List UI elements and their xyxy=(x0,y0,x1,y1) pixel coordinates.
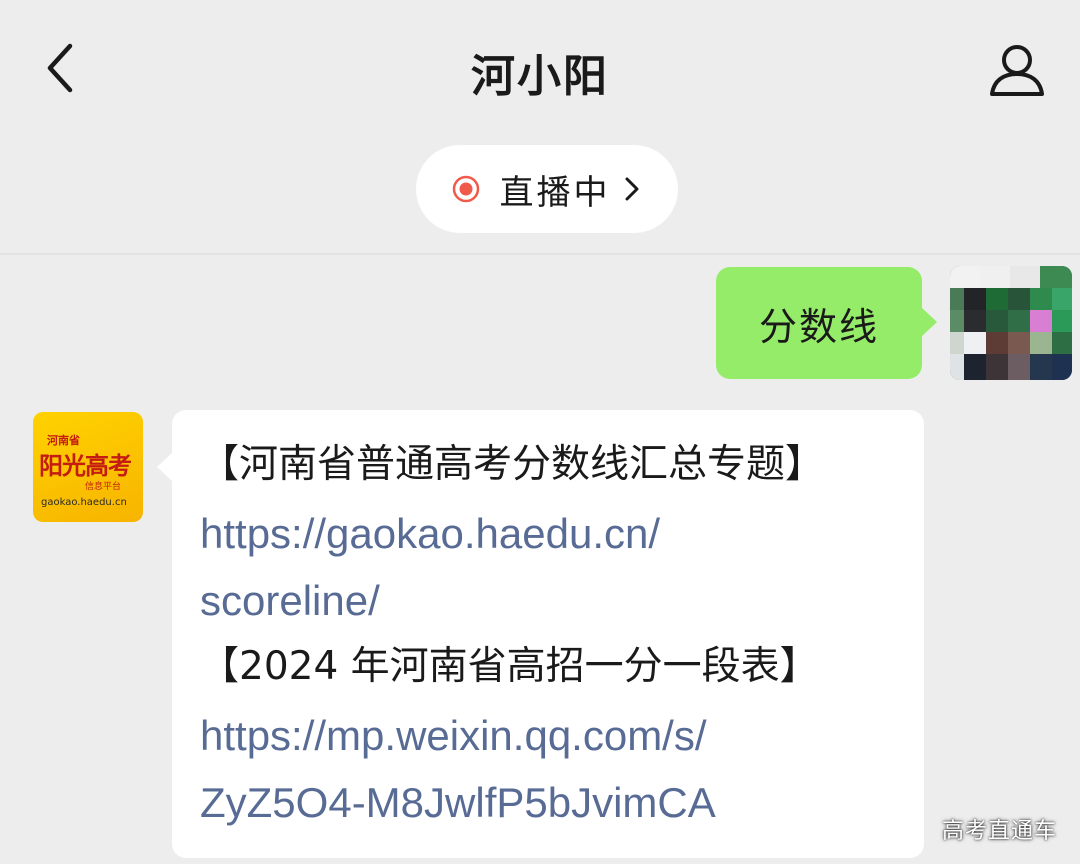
nav-bar: 河小阳 xyxy=(0,0,1080,140)
live-banner-button[interactable]: 直播中 xyxy=(416,145,678,233)
chevron-right-icon xyxy=(625,177,638,201)
message-link-weixin-part1[interactable]: https://mp.weixin.qq.com/s/ xyxy=(200,712,707,759)
live-banner-label: 直播中 xyxy=(499,172,611,213)
message-heading-scoreline: 【河南省普通高考分数线汇总专题】 xyxy=(200,442,825,487)
official-account-avatar[interactable]: 河南省 阳光高考 信息平台 gaokao.haedu.cn xyxy=(33,412,143,522)
avatar-platform-text: 信息平台 xyxy=(85,482,122,492)
pixelated-avatar-image xyxy=(950,266,1072,380)
message-heading-rank-table: 【2024 年河南省高招一分一段表】 xyxy=(200,644,819,689)
message-link-scoreline-part1[interactable]: https://gaokao.haedu.cn/ xyxy=(200,510,660,557)
watermark: 高考直通车 xyxy=(942,819,1058,844)
outgoing-message-text: 分数线 xyxy=(758,304,879,349)
live-dot-icon xyxy=(452,175,479,203)
avatar-url-text: gaokao.haedu.cn xyxy=(41,497,127,508)
message-link-weixin-part2[interactable]: ZyZ5O4-M8JwlfP5bJvimCA xyxy=(200,779,716,826)
outgoing-message-bubble[interactable]: 分数线 xyxy=(716,267,937,379)
profile-button[interactable] xyxy=(984,38,1050,104)
message-link-scoreline-part2[interactable]: scoreline/ xyxy=(200,577,380,624)
incoming-message-bubble: 【河南省普通高考分数线汇总专题】 https://gaokao.haedu.cn… xyxy=(157,410,924,858)
person-icon xyxy=(990,45,1044,96)
divider xyxy=(0,253,1080,255)
chat-title: 河小阳 xyxy=(471,51,609,102)
avatar-brand-text: 阳光高考 xyxy=(39,451,132,480)
user-avatar[interactable] xyxy=(950,266,1072,380)
